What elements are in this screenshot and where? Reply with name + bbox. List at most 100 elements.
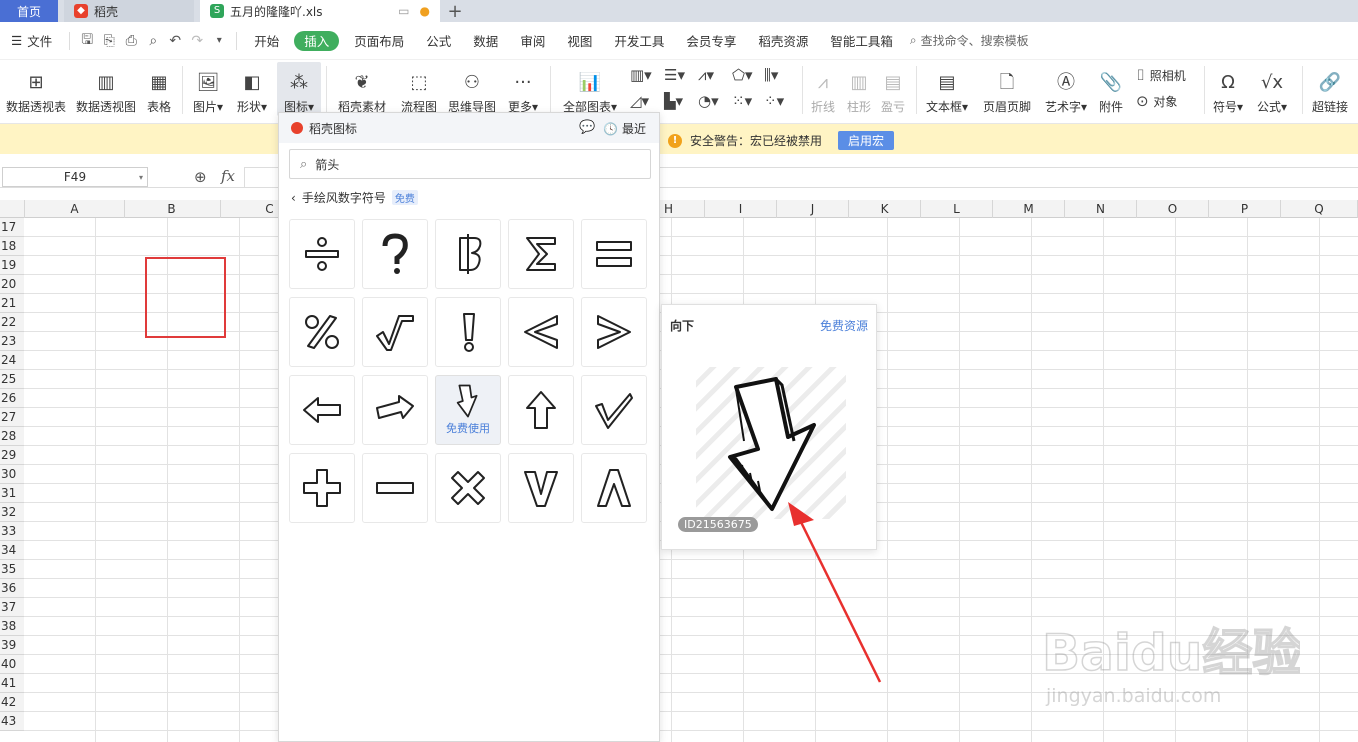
column-chart-icon[interactable]: ▥▾ <box>630 66 652 84</box>
menu-view[interactable]: 视图 <box>556 22 603 60</box>
breadcrumb[interactable]: ‹ 手绘风数字符号 免费 <box>291 189 418 206</box>
menu-review[interactable]: 审阅 <box>509 22 556 60</box>
name-box[interactable]: F49 ▾ <box>2 167 148 187</box>
row-header[interactable]: 41 <box>0 674 24 693</box>
command-search[interactable]: ⌕ 查找命令、搜索模板 <box>910 32 1029 49</box>
new-tab-button[interactable]: + <box>440 0 470 22</box>
enable-macros-button[interactable]: 启用宏 <box>838 131 895 150</box>
menu-developer[interactable]: 开发工具 <box>603 22 675 60</box>
row-header[interactable]: 18 <box>0 237 24 256</box>
area-chart-icon[interactable]: ◿▾ <box>630 92 649 110</box>
recent-button[interactable]: 🕓 最近 <box>603 120 646 137</box>
row-header[interactable]: 35 <box>0 560 24 579</box>
icon-tile-arrow-right[interactable] <box>362 375 428 445</box>
column-header[interactable]: B <box>123 200 221 218</box>
menu-smart-toolbox[interactable]: 智能工具箱 <box>819 22 904 60</box>
row-header[interactable]: 29 <box>0 446 24 465</box>
customize-dropdown-icon[interactable]: ▾ <box>208 22 230 60</box>
icon-tile-arrow-down[interactable]: 免费使用 <box>435 375 501 445</box>
row-header[interactable]: 42 <box>0 693 24 712</box>
column-header[interactable]: J <box>777 200 849 218</box>
tab-home[interactable]: 首页 <box>0 0 58 22</box>
symbol-button[interactable]: Ω 符号▾ <box>1210 62 1246 116</box>
row-header[interactable]: 19 <box>0 256 24 275</box>
row-header[interactable]: 20 <box>0 275 24 294</box>
menu-membership[interactable]: 会员专享 <box>675 22 747 60</box>
sparkline-line-button[interactable]: ⩘ 折线 <box>808 62 838 116</box>
bubble-chart-icon[interactable]: ⁘▾ <box>764 92 784 110</box>
hyperlink-button[interactable]: 🔗 超链接 <box>1310 62 1350 116</box>
icons-button[interactable]: ⁂ 图标▾ <box>280 62 318 116</box>
tab-file[interactable]: S 五月的隆隆吖.xls ▭ ● <box>200 0 440 22</box>
icon-tile-question[interactable] <box>362 219 428 289</box>
row-header[interactable]: 30 <box>0 465 24 484</box>
print-preview-icon[interactable]: ⌕ <box>142 22 164 60</box>
menu-page-layout[interactable]: 页面布局 <box>343 22 415 60</box>
print-icon[interactable]: ⎙ <box>120 22 142 60</box>
row-header[interactable]: 34 <box>0 541 24 560</box>
bar-chart-h-icon[interactable]: ☰▾ <box>664 66 685 84</box>
row-header[interactable]: 37 <box>0 598 24 617</box>
icon-tile-times[interactable] <box>435 453 501 523</box>
menu-start[interactable]: 开始 <box>243 22 290 60</box>
row-header[interactable]: 28 <box>0 427 24 446</box>
row-header[interactable]: 26 <box>0 389 24 408</box>
column-header[interactable]: I <box>705 200 777 218</box>
export-pdf-icon[interactable]: ⎘ <box>98 22 120 60</box>
sparkline-column-button[interactable]: ▥ 柱形 <box>844 62 874 116</box>
menu-daoke-resources[interactable]: 稻壳资源 <box>747 22 819 60</box>
column-header[interactable]: P <box>1209 200 1281 218</box>
row-header[interactable]: 32 <box>0 503 24 522</box>
row-header[interactable]: 25 <box>0 370 24 389</box>
scatter-chart-icon[interactable]: ⁙▾ <box>732 92 752 110</box>
row-header[interactable]: 24 <box>0 351 24 370</box>
formula-button[interactable]: √x 公式▾ <box>1254 62 1290 116</box>
shape-button[interactable]: ◧ 形状▾ <box>234 62 270 116</box>
pie-chart-icon[interactable]: ◔▾ <box>698 92 719 110</box>
column-header[interactable]: A <box>25 200 125 218</box>
table-button[interactable]: ▦ 表格 <box>142 62 176 116</box>
chat-icon[interactable]: 💬 <box>579 120 595 135</box>
object-button[interactable]: ⊙ 对象 <box>1136 92 1177 110</box>
select-all-corner[interactable] <box>0 200 25 218</box>
icon-tile-greater-than[interactable] <box>581 297 647 367</box>
column-header[interactable]: O <box>1137 200 1209 218</box>
picture-button[interactable]: 🖼 图片▾ <box>190 62 226 116</box>
flowchart-button[interactable]: ⬚ 流程图 <box>398 62 440 116</box>
icon-tile-baht[interactable] <box>435 219 501 289</box>
attachment-button[interactable]: 📎 附件 <box>1096 62 1126 116</box>
row-header[interactable]: 22 <box>0 313 24 332</box>
line-chart-icon[interactable]: ⩘▾ <box>698 66 714 84</box>
fx-icon[interactable]: fx <box>221 167 235 185</box>
chevron-down-icon[interactable]: ▾ <box>139 173 143 182</box>
mindmap-button[interactable]: ⚇ 思维导图 <box>446 62 498 116</box>
textbox-button[interactable]: ▤ 文本框▾ <box>924 62 970 116</box>
sparkline-winloss-button[interactable]: ▤ 盈亏 <box>878 62 908 116</box>
icon-search-input[interactable] <box>315 157 616 171</box>
icon-tile-minus[interactable] <box>362 453 428 523</box>
icon-tile-arrow-left[interactable] <box>289 375 355 445</box>
header-footer-button[interactable]: 🗋 页眉页脚 <box>980 62 1034 116</box>
icon-tile-divide[interactable] <box>289 219 355 289</box>
icon-tile-check[interactable] <box>581 375 647 445</box>
combo-chart-icon[interactable]: ▙▾ <box>664 92 683 110</box>
icon-tile-v-letter[interactable] <box>508 453 574 523</box>
column-header[interactable]: Q <box>1281 200 1358 218</box>
icon-tile-sigma[interactable] <box>508 219 574 289</box>
tab-daoke[interactable]: ◆ 稻壳 <box>64 0 194 22</box>
icon-tile-exclamation[interactable] <box>435 297 501 367</box>
row-header[interactable]: 43 <box>0 712 24 731</box>
camera-button[interactable]: ⌷ 照相机 <box>1136 66 1186 84</box>
chevron-left-icon[interactable]: ‹ <box>291 191 296 205</box>
stock-chart-icon[interactable]: ⫼▾ <box>764 66 778 84</box>
preview-free-link[interactable]: 免费资源 <box>820 317 868 334</box>
free-use-button[interactable]: 免费使用 <box>436 420 500 436</box>
menu-data[interactable]: 数据 <box>462 22 509 60</box>
row-header[interactable]: 40 <box>0 655 24 674</box>
more-button[interactable]: ··· 更多▾ <box>504 62 542 116</box>
row-header[interactable]: 33 <box>0 522 24 541</box>
pivot-chart-button[interactable]: ▥ 数据透视图 <box>74 62 138 116</box>
icon-tile-lambda[interactable] <box>581 453 647 523</box>
row-header[interactable]: 36 <box>0 579 24 598</box>
menu-insert[interactable]: 插入 <box>294 30 340 51</box>
